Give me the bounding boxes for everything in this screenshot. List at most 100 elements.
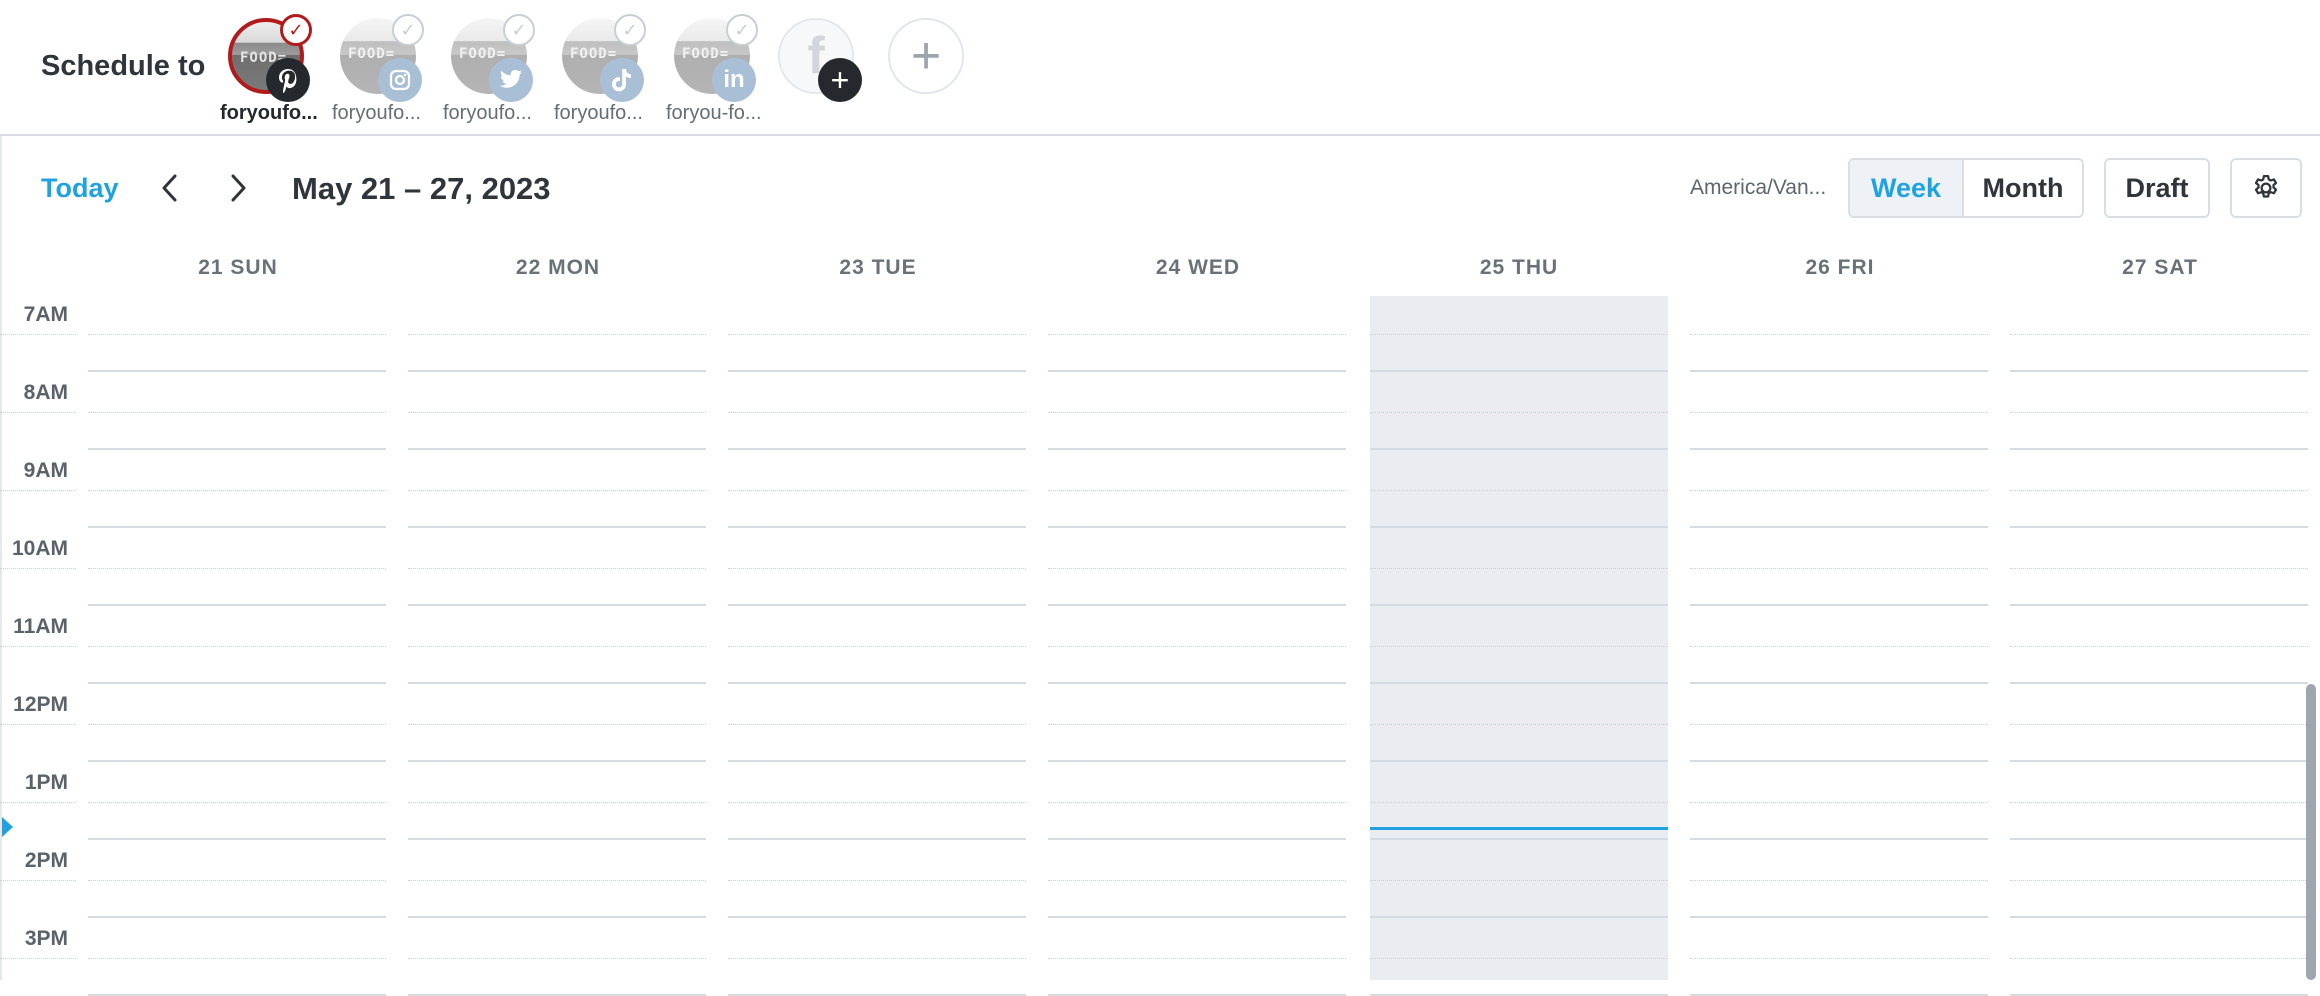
half-hour-slot-line	[408, 568, 706, 569]
account-name: foryoufo...	[554, 102, 643, 124]
half-hour-slot-line	[88, 958, 386, 959]
hour-slot-line	[1048, 526, 1346, 528]
half-hour-slot-line	[408, 958, 706, 959]
hour-slot-line	[88, 604, 386, 606]
half-hour-slot-line	[1048, 568, 1346, 569]
view-toggle: Week Month	[1848, 158, 2084, 218]
pinterest-icon	[266, 58, 310, 102]
hour-slot-line	[1690, 448, 1988, 450]
half-hour-slot-line	[1370, 568, 1668, 569]
half-hour-slot-line	[408, 490, 706, 491]
hour-label: 11AM	[13, 615, 68, 638]
hour-slot-line	[1048, 916, 1346, 918]
hour-slot-line	[1370, 604, 1668, 606]
hour-slot-line	[1370, 448, 1668, 450]
timezone-selector[interactable]: America/Van...	[1690, 176, 1826, 200]
half-hour-slot-line	[728, 334, 1026, 335]
half-hour-slot-line	[1048, 490, 1346, 491]
half-hour-slot-line	[728, 880, 1026, 881]
hour-slot-line	[88, 760, 386, 762]
half-hour-slot-line	[88, 646, 386, 647]
hour-label: 8AM	[23, 381, 68, 404]
hour-label: 9AM	[23, 459, 68, 482]
calendar-scrollbar[interactable]	[2306, 684, 2316, 980]
half-hour-slot-line	[1048, 646, 1346, 647]
day-header-mon: 22 MON	[515, 256, 601, 279]
checkmark-icon: ✓	[280, 14, 312, 46]
current-time-marker	[2, 817, 13, 837]
half-hour-slot-line	[1690, 880, 1988, 881]
twitter-icon	[489, 58, 533, 102]
checkmark-icon: ✓	[392, 14, 424, 46]
day-header-thu: 25 THU	[1479, 256, 1559, 279]
hour-slot-line	[1690, 370, 1988, 372]
half-hour-slot-line	[2010, 646, 2308, 647]
draft-button[interactable]: Draft	[2104, 158, 2210, 218]
today-column-highlight	[1370, 296, 1668, 980]
account-name: foryoufo...	[443, 102, 532, 124]
checkmark-icon: ✓	[726, 14, 758, 46]
gear-icon	[2254, 175, 2278, 198]
avatar-sign-text: FOOD=	[348, 46, 396, 62]
settings-button[interactable]	[2230, 158, 2302, 218]
hour-slot-line	[408, 370, 706, 372]
hour-slot-line	[1690, 526, 1988, 528]
hour-slot-line	[728, 916, 1026, 918]
half-hour-slot-line	[728, 724, 1026, 725]
schedule-to-label: Schedule to	[41, 50, 206, 82]
hour-slot-line	[1370, 916, 1668, 918]
hour-slot-line	[88, 526, 386, 528]
hour-slot-line	[2010, 682, 2308, 684]
week-view-button[interactable]: Week	[1850, 160, 1964, 216]
half-hour-slot-line	[2010, 724, 2308, 725]
checkmark-icon: ✓	[614, 14, 646, 46]
half-hour-slot-line	[408, 646, 706, 647]
previous-week-button[interactable]	[150, 168, 190, 208]
hour-slot-line	[88, 682, 386, 684]
hour-slot-line	[728, 370, 1026, 372]
half-hour-slot-line	[1370, 724, 1668, 725]
half-hour-slot-line	[2010, 334, 2308, 335]
half-hour-slot-line	[2010, 412, 2308, 413]
label-gutter-divider	[0, 568, 76, 569]
half-hour-slot-line	[408, 412, 706, 413]
hour-slot-line	[728, 604, 1026, 606]
half-hour-slot-line	[1370, 646, 1668, 647]
add-facebook-account[interactable]: f +	[778, 18, 862, 102]
half-hour-slot-line	[1048, 412, 1346, 413]
hour-slot-line	[88, 916, 386, 918]
avatar-sign-text: FOOD=	[459, 46, 507, 62]
label-gutter-divider	[0, 646, 76, 647]
hour-slot-line	[728, 682, 1026, 684]
hour-slot-line	[408, 682, 706, 684]
hour-label: 2PM	[24, 849, 68, 872]
label-gutter-divider	[0, 958, 76, 959]
label-gutter-divider	[0, 724, 76, 725]
half-hour-slot-line	[2010, 880, 2308, 881]
today-button[interactable]: Today	[41, 173, 119, 204]
half-hour-slot-line	[1690, 412, 1988, 413]
plus-icon: +	[910, 27, 942, 85]
half-hour-slot-line	[2010, 802, 2308, 803]
hour-slot-line	[1690, 682, 1988, 684]
hour-slot-line	[2010, 370, 2308, 372]
day-header-sun: 21 SUN	[198, 256, 278, 279]
hour-slot-line	[2010, 916, 2308, 918]
add-account-button[interactable]: +	[888, 18, 964, 94]
half-hour-slot-line	[2010, 568, 2308, 569]
next-week-button[interactable]	[218, 168, 258, 208]
hour-label: 7AM	[23, 303, 68, 326]
half-hour-slot-line	[88, 412, 386, 413]
half-hour-slot-line	[1370, 802, 1668, 803]
hour-slot-line	[1048, 604, 1346, 606]
hour-slot-line	[88, 838, 386, 840]
hour-slot-line	[1048, 760, 1346, 762]
chevron-right-icon	[231, 174, 246, 202]
half-hour-slot-line	[1690, 958, 1988, 959]
month-view-button[interactable]: Month	[1964, 160, 2082, 216]
half-hour-slot-line	[1048, 958, 1346, 959]
half-hour-slot-line	[88, 490, 386, 491]
chevron-left-icon	[162, 174, 177, 202]
hour-slot-line	[1370, 526, 1668, 528]
label-gutter-divider	[0, 802, 76, 803]
